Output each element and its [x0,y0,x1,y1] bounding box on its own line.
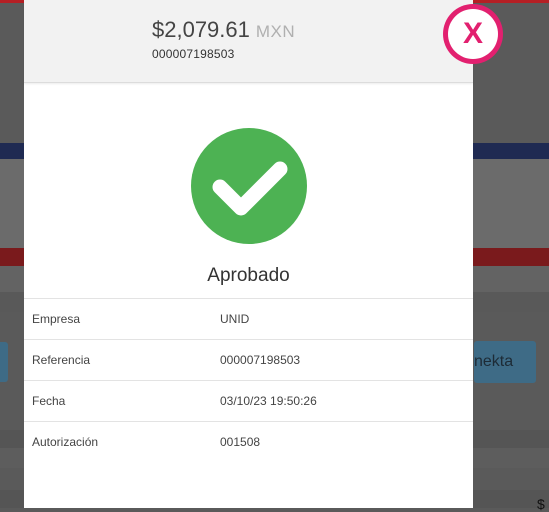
detail-label: Referencia [32,353,91,367]
background-button-left [0,342,8,382]
detail-row-fecha: Fecha 03/10/23 19:50:26 [24,380,473,421]
detail-row-referencia: Referencia 000007198503 [24,339,473,380]
background-button-label: nekta [474,353,514,370]
detail-row-autorizacion: Autorización 001508 [24,421,473,462]
detail-label: Autorización [32,435,99,449]
close-button[interactable]: X [443,4,503,64]
payment-amount: $2,079.61 MXN [152,17,295,43]
detail-value: 001508 [220,435,261,449]
detail-label: Empresa [32,312,81,326]
currency-code: MXN [255,22,296,41]
header-reference-number: 000007198503 [152,47,235,61]
background-currency-symbol: $ [537,496,545,512]
detail-value: 000007198503 [220,353,301,367]
modal-header: $2,079.61 MXN 000007198503 [24,0,473,83]
check-icon [212,161,288,216]
status-label: Aprobado [207,265,290,286]
background-button-right: nekta [474,341,536,383]
detail-value: UNID [220,312,250,326]
amount-value: $2,079.61 [152,17,250,42]
detail-value: 03/10/23 19:50:26 [220,394,317,408]
close-icon[interactable]: X [448,9,498,59]
close-button-inner[interactable]: X [448,9,498,59]
payment-receipt-modal: $2,079.61 MXN 000007198503 Aprobado Empre… [24,0,473,508]
detail-label: Fecha [32,394,66,408]
payment-details-table: Empresa UNID Referencia 000007198503 Fec… [24,298,473,462]
approved-status-icon [191,128,307,244]
detail-row-empresa: Empresa UNID [24,298,473,339]
